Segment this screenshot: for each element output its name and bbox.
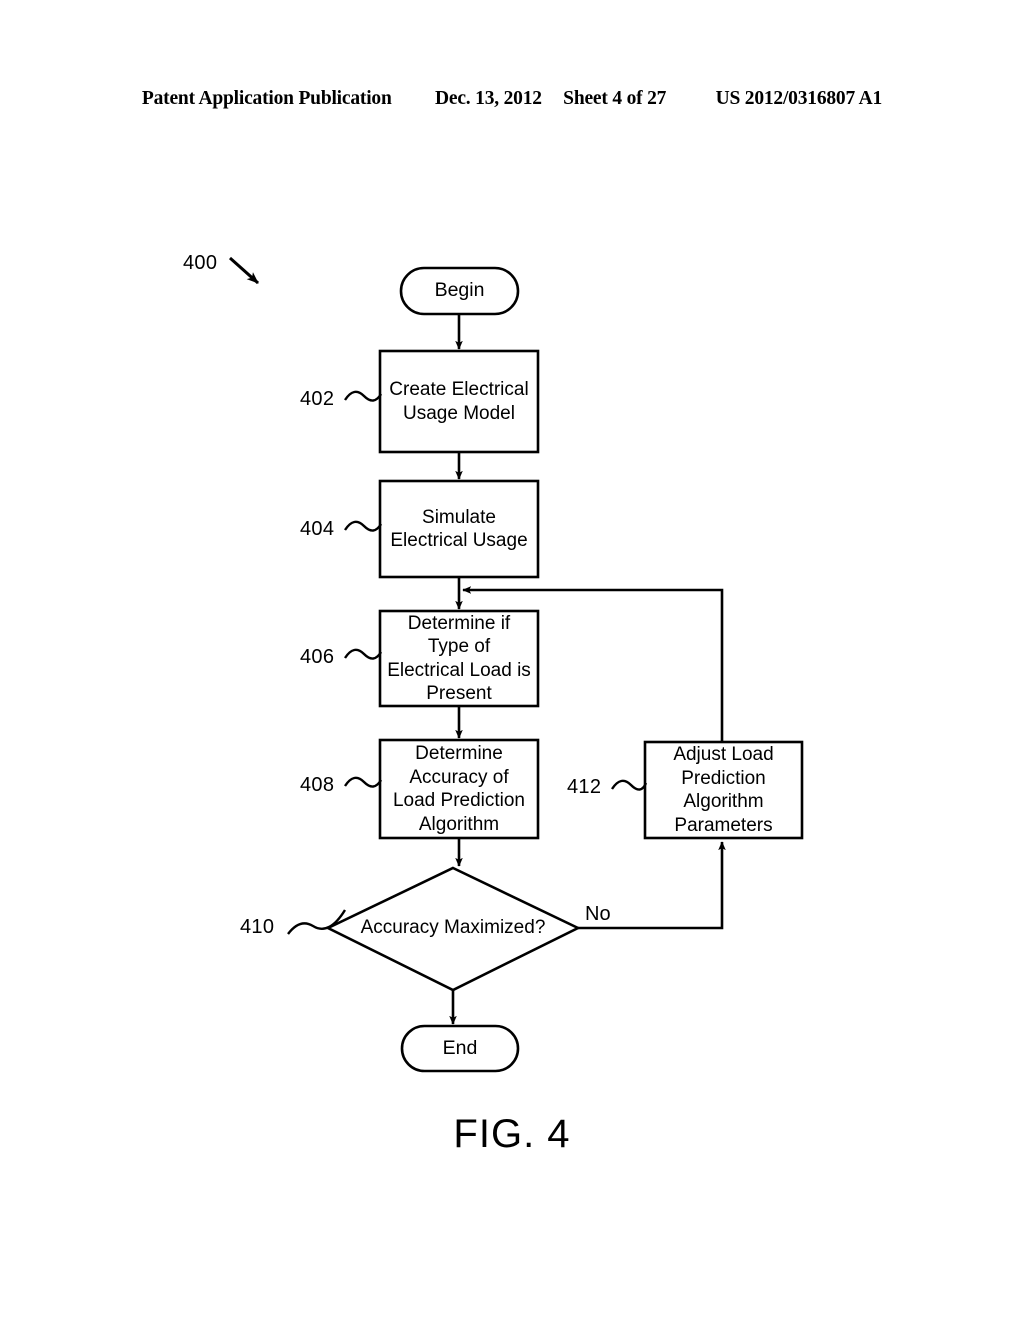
ref-label-404: 404 (300, 518, 335, 540)
node-410-shape (325, 866, 581, 992)
node-408-shape (378, 738, 540, 840)
ref-label-400: 400 (183, 252, 218, 274)
diagram-ref-arrow (229, 256, 259, 285)
node-begin-shape (399, 266, 520, 316)
ref-leader-402 (343, 390, 383, 402)
ref-leader-412 (610, 779, 648, 791)
figure-caption: FIG. 4 (453, 1112, 571, 1156)
ref-label-402: 402 (300, 388, 335, 410)
ref-leader-408 (343, 776, 383, 788)
flowchart-figure: Begin Create Electrical Usage Model Simu… (0, 0, 1024, 1320)
ref-label-410: 410 (240, 916, 275, 938)
node-412-shape (643, 740, 804, 840)
ref-label-406: 406 (300, 646, 335, 668)
node-404-shape (378, 479, 540, 579)
ref-leader-404 (343, 520, 383, 532)
node-406-shape (378, 609, 540, 708)
ref-label-408: 408 (300, 774, 335, 796)
node-402-shape (378, 349, 540, 454)
ref-label-412: 412 (567, 776, 602, 798)
edge-label-no: No (585, 903, 611, 925)
ref-leader-406 (343, 648, 383, 660)
node-end-shape (400, 1024, 520, 1073)
